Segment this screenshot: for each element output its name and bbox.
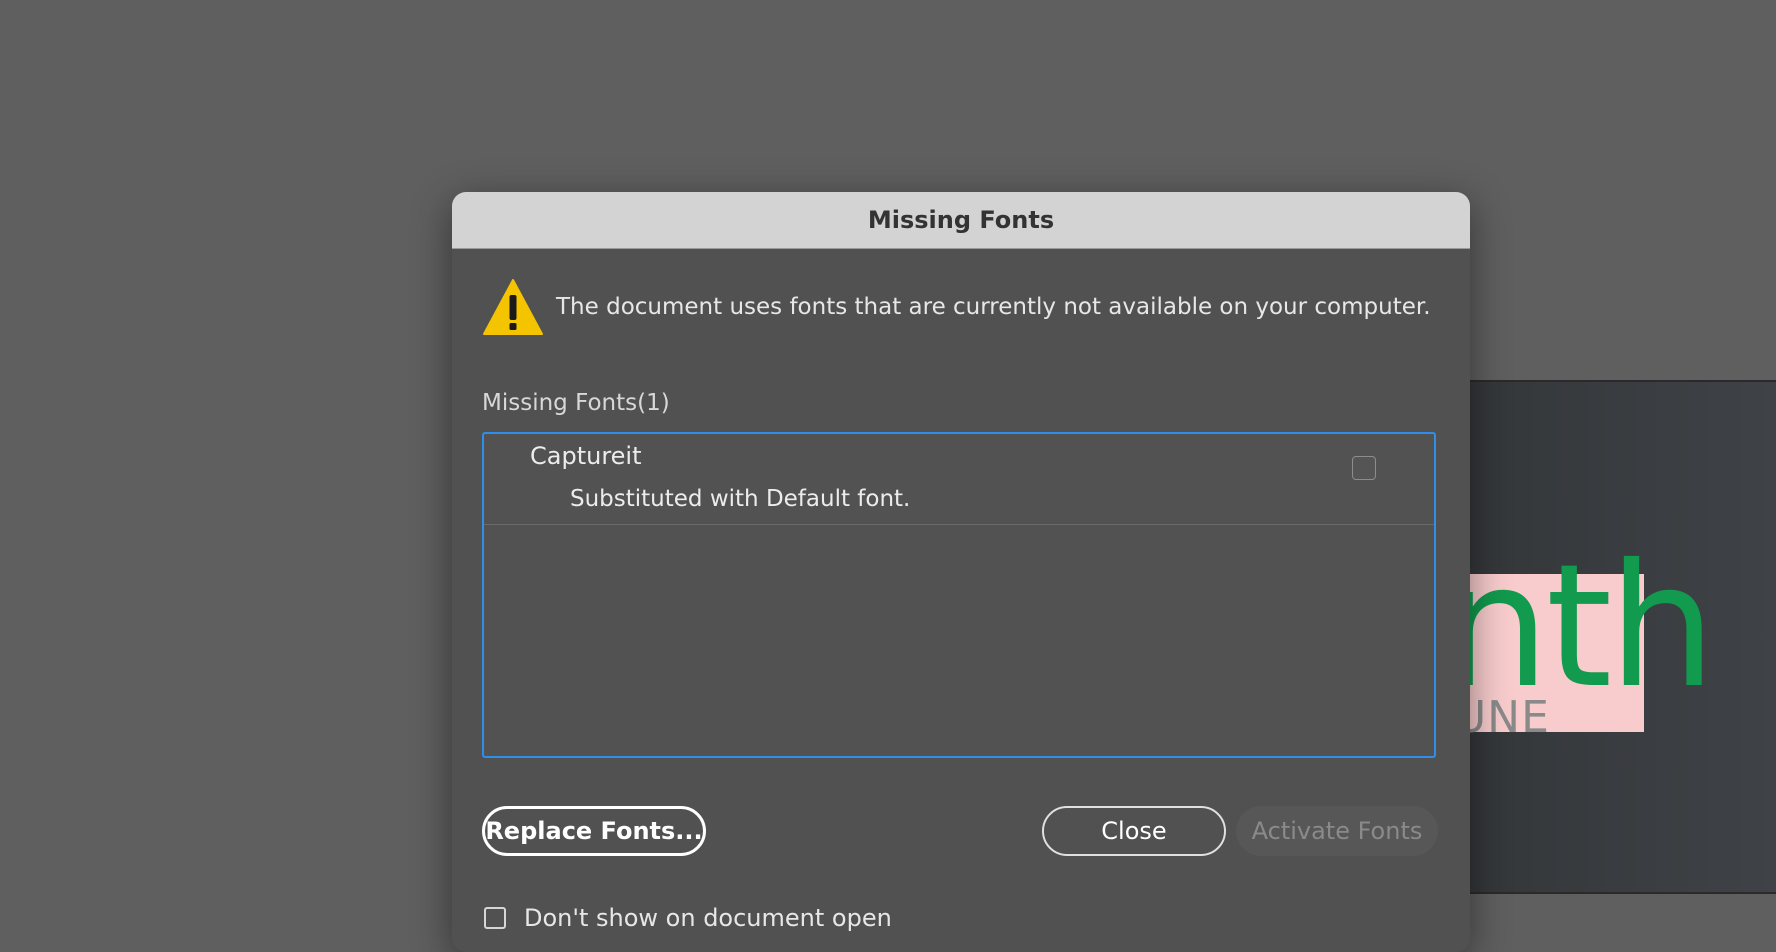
list-item[interactable]: Captureit Substituted with Default font. xyxy=(484,434,1434,525)
warning-message: The document uses fonts that are current… xyxy=(556,294,1431,320)
warning-triangle-icon xyxy=(483,279,543,335)
dialog-titlebar[interactable]: Missing Fonts xyxy=(452,192,1470,249)
missing-fonts-list[interactable]: Captureit Substituted with Default font. xyxy=(482,432,1436,758)
font-select-checkbox[interactable] xyxy=(1352,456,1376,480)
font-name: Captureit xyxy=(530,442,642,470)
dont-show-label: Don't show on document open xyxy=(524,904,892,932)
font-substitution-status: Substituted with Default font. xyxy=(570,486,911,512)
close-button[interactable]: Close xyxy=(1042,806,1226,856)
dont-show-option[interactable]: Don't show on document open xyxy=(484,904,892,932)
missing-fonts-label: Missing Fonts(1) xyxy=(482,390,670,416)
warning-row: The document uses fonts that are current… xyxy=(482,276,1431,338)
artwork-big-text: nth xyxy=(1442,528,1716,726)
missing-fonts-dialog: Missing Fonts The document uses fonts th… xyxy=(452,192,1470,952)
artwork-preview: nth JUNE xyxy=(1440,542,1716,740)
replace-fonts-button[interactable]: Replace Fonts... xyxy=(482,806,706,856)
dialog-title: Missing Fonts xyxy=(867,206,1055,234)
activate-fonts-button[interactable]: Activate Fonts xyxy=(1236,806,1438,856)
dont-show-checkbox[interactable] xyxy=(484,907,506,929)
